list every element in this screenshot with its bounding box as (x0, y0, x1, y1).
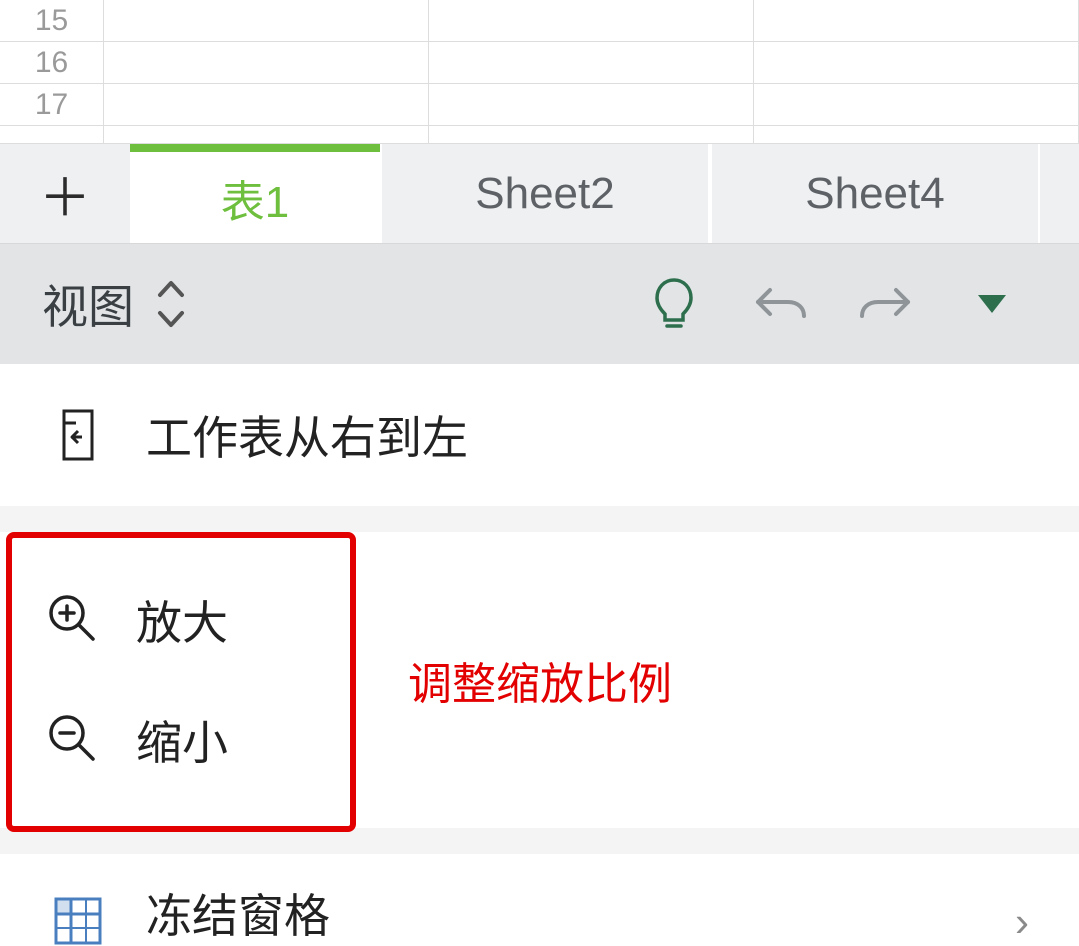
view-menu-dropdown[interactable]: 视图 (42, 271, 186, 337)
menu-label: 缩小 (136, 707, 228, 773)
plus-icon: ＋ (39, 156, 91, 231)
row-clipped (0, 126, 1079, 144)
sheet-tab-label: 表1 (221, 166, 289, 230)
undo-button[interactable] (735, 282, 825, 326)
sheet-tab-1[interactable]: 表1 (130, 144, 380, 243)
spreadsheet-grid: 15 16 17 (0, 0, 1079, 144)
add-sheet-button[interactable]: ＋ (0, 144, 130, 243)
sheet-tab-bar: ＋ 表1 Sheet2 Sheet4 (0, 144, 1079, 244)
freeze-panes-option[interactable]: 冻结窗格 › (0, 854, 1079, 946)
toolbar: 视图 (0, 244, 1079, 364)
redo-button[interactable] (841, 282, 931, 326)
zoom-out-option[interactable]: 缩小 (0, 680, 360, 800)
more-dropdown[interactable] (947, 295, 1037, 313)
zoom-in-option[interactable]: 放大 (0, 560, 360, 680)
chevron-right-icon: › (1015, 898, 1029, 946)
zoom-out-icon (46, 712, 98, 769)
worksheet-rtl-option[interactable]: 工作表从右到左 (0, 364, 1079, 506)
menu-label: 放大 (136, 587, 228, 653)
rtl-sheet-icon (50, 407, 106, 463)
lightbulb-icon[interactable] (629, 276, 719, 332)
zoom-caption: 调整缩放比例 (408, 648, 672, 712)
freeze-panes-icon (50, 896, 106, 946)
row-header[interactable]: 15 (0, 0, 104, 42)
row-15[interactable]: 15 (0, 0, 1079, 42)
zoom-in-icon (46, 592, 98, 649)
row-17[interactable]: 17 (0, 84, 1079, 126)
sheet-tab-2[interactable]: Sheet2 (380, 144, 710, 243)
caret-down-icon (978, 295, 1006, 313)
row-header[interactable]: 17 (0, 84, 104, 126)
row-16[interactable]: 16 (0, 42, 1079, 84)
sheet-tab-3[interactable]: Sheet4 (710, 144, 1040, 243)
chevron-up-down-icon (156, 277, 186, 331)
view-options-panel: 工作表从右到左 放大 (0, 364, 1079, 946)
sheet-tab-label: Sheet4 (805, 169, 944, 219)
sheet-tab-label: Sheet2 (475, 169, 614, 219)
menu-label: 冻结窗格 (146, 880, 330, 946)
zoom-section: 放大 缩小 调整缩放比例 (0, 532, 1079, 828)
row-header[interactable]: 16 (0, 42, 104, 84)
menu-label: 工作表从右到左 (146, 402, 468, 468)
view-menu-label: 视图 (42, 271, 134, 337)
